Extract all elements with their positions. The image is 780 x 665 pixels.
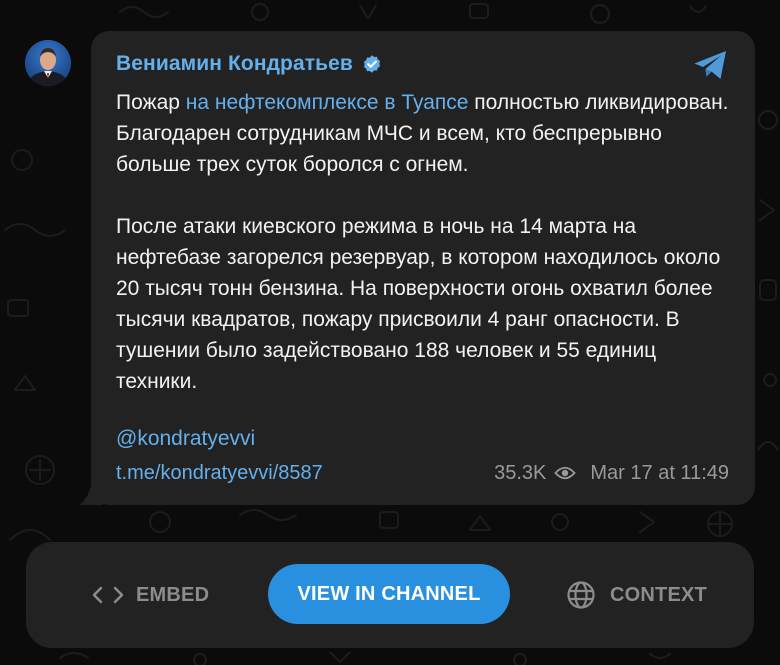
post-meta: 35.3K Mar 17 at 11:49 [494, 461, 729, 485]
author-row: Вениамин Кондратьев [116, 51, 383, 77]
eye-icon [554, 466, 577, 480]
embed-button-label: EMBED [136, 583, 210, 606]
action-bar: EMBED VIEW IN CHANNEL CONTEXT [26, 542, 754, 648]
message-bubble: Вениамин Кондратьев Пожар на нефтекомпле… [91, 31, 755, 505]
context-button-label: CONTEXT [610, 583, 707, 606]
post-paragraph-2: После атаки киевского режима в ночь на 1… [116, 215, 721, 393]
author-name[interactable]: Вениамин Кондратьев [116, 52, 353, 76]
code-brackets-icon [92, 586, 124, 604]
verified-badge-icon [363, 55, 381, 73]
view-count: 35.3K [494, 462, 547, 484]
view-in-channel-button[interactable]: VIEW IN CHANNEL [268, 564, 510, 624]
globe-icon [567, 581, 595, 609]
inline-link[interactable]: на нефтекомплексе в Туапсе [186, 91, 469, 114]
context-button[interactable]: CONTEXT [566, 579, 707, 611]
post-date: Mar 17 at 11:49 [590, 462, 729, 484]
post-link[interactable]: t.me/kondratyevvi/8587 [116, 461, 323, 485]
post-text-start: Пожар [116, 91, 186, 114]
post-paragraph-1: Пожар на нефтекомплексе в Туапсе полност… [116, 87, 736, 180]
telegram-logo-icon[interactable] [693, 49, 729, 81]
post-text: Пожар на нефтекомплексе в Туапсе полност… [116, 87, 736, 397]
channel-mention-link[interactable]: @kondratyevvi [116, 426, 255, 452]
avatar[interactable] [25, 40, 71, 86]
embed-button[interactable]: EMBED [92, 580, 209, 610]
avatar-portrait-icon [25, 40, 71, 86]
